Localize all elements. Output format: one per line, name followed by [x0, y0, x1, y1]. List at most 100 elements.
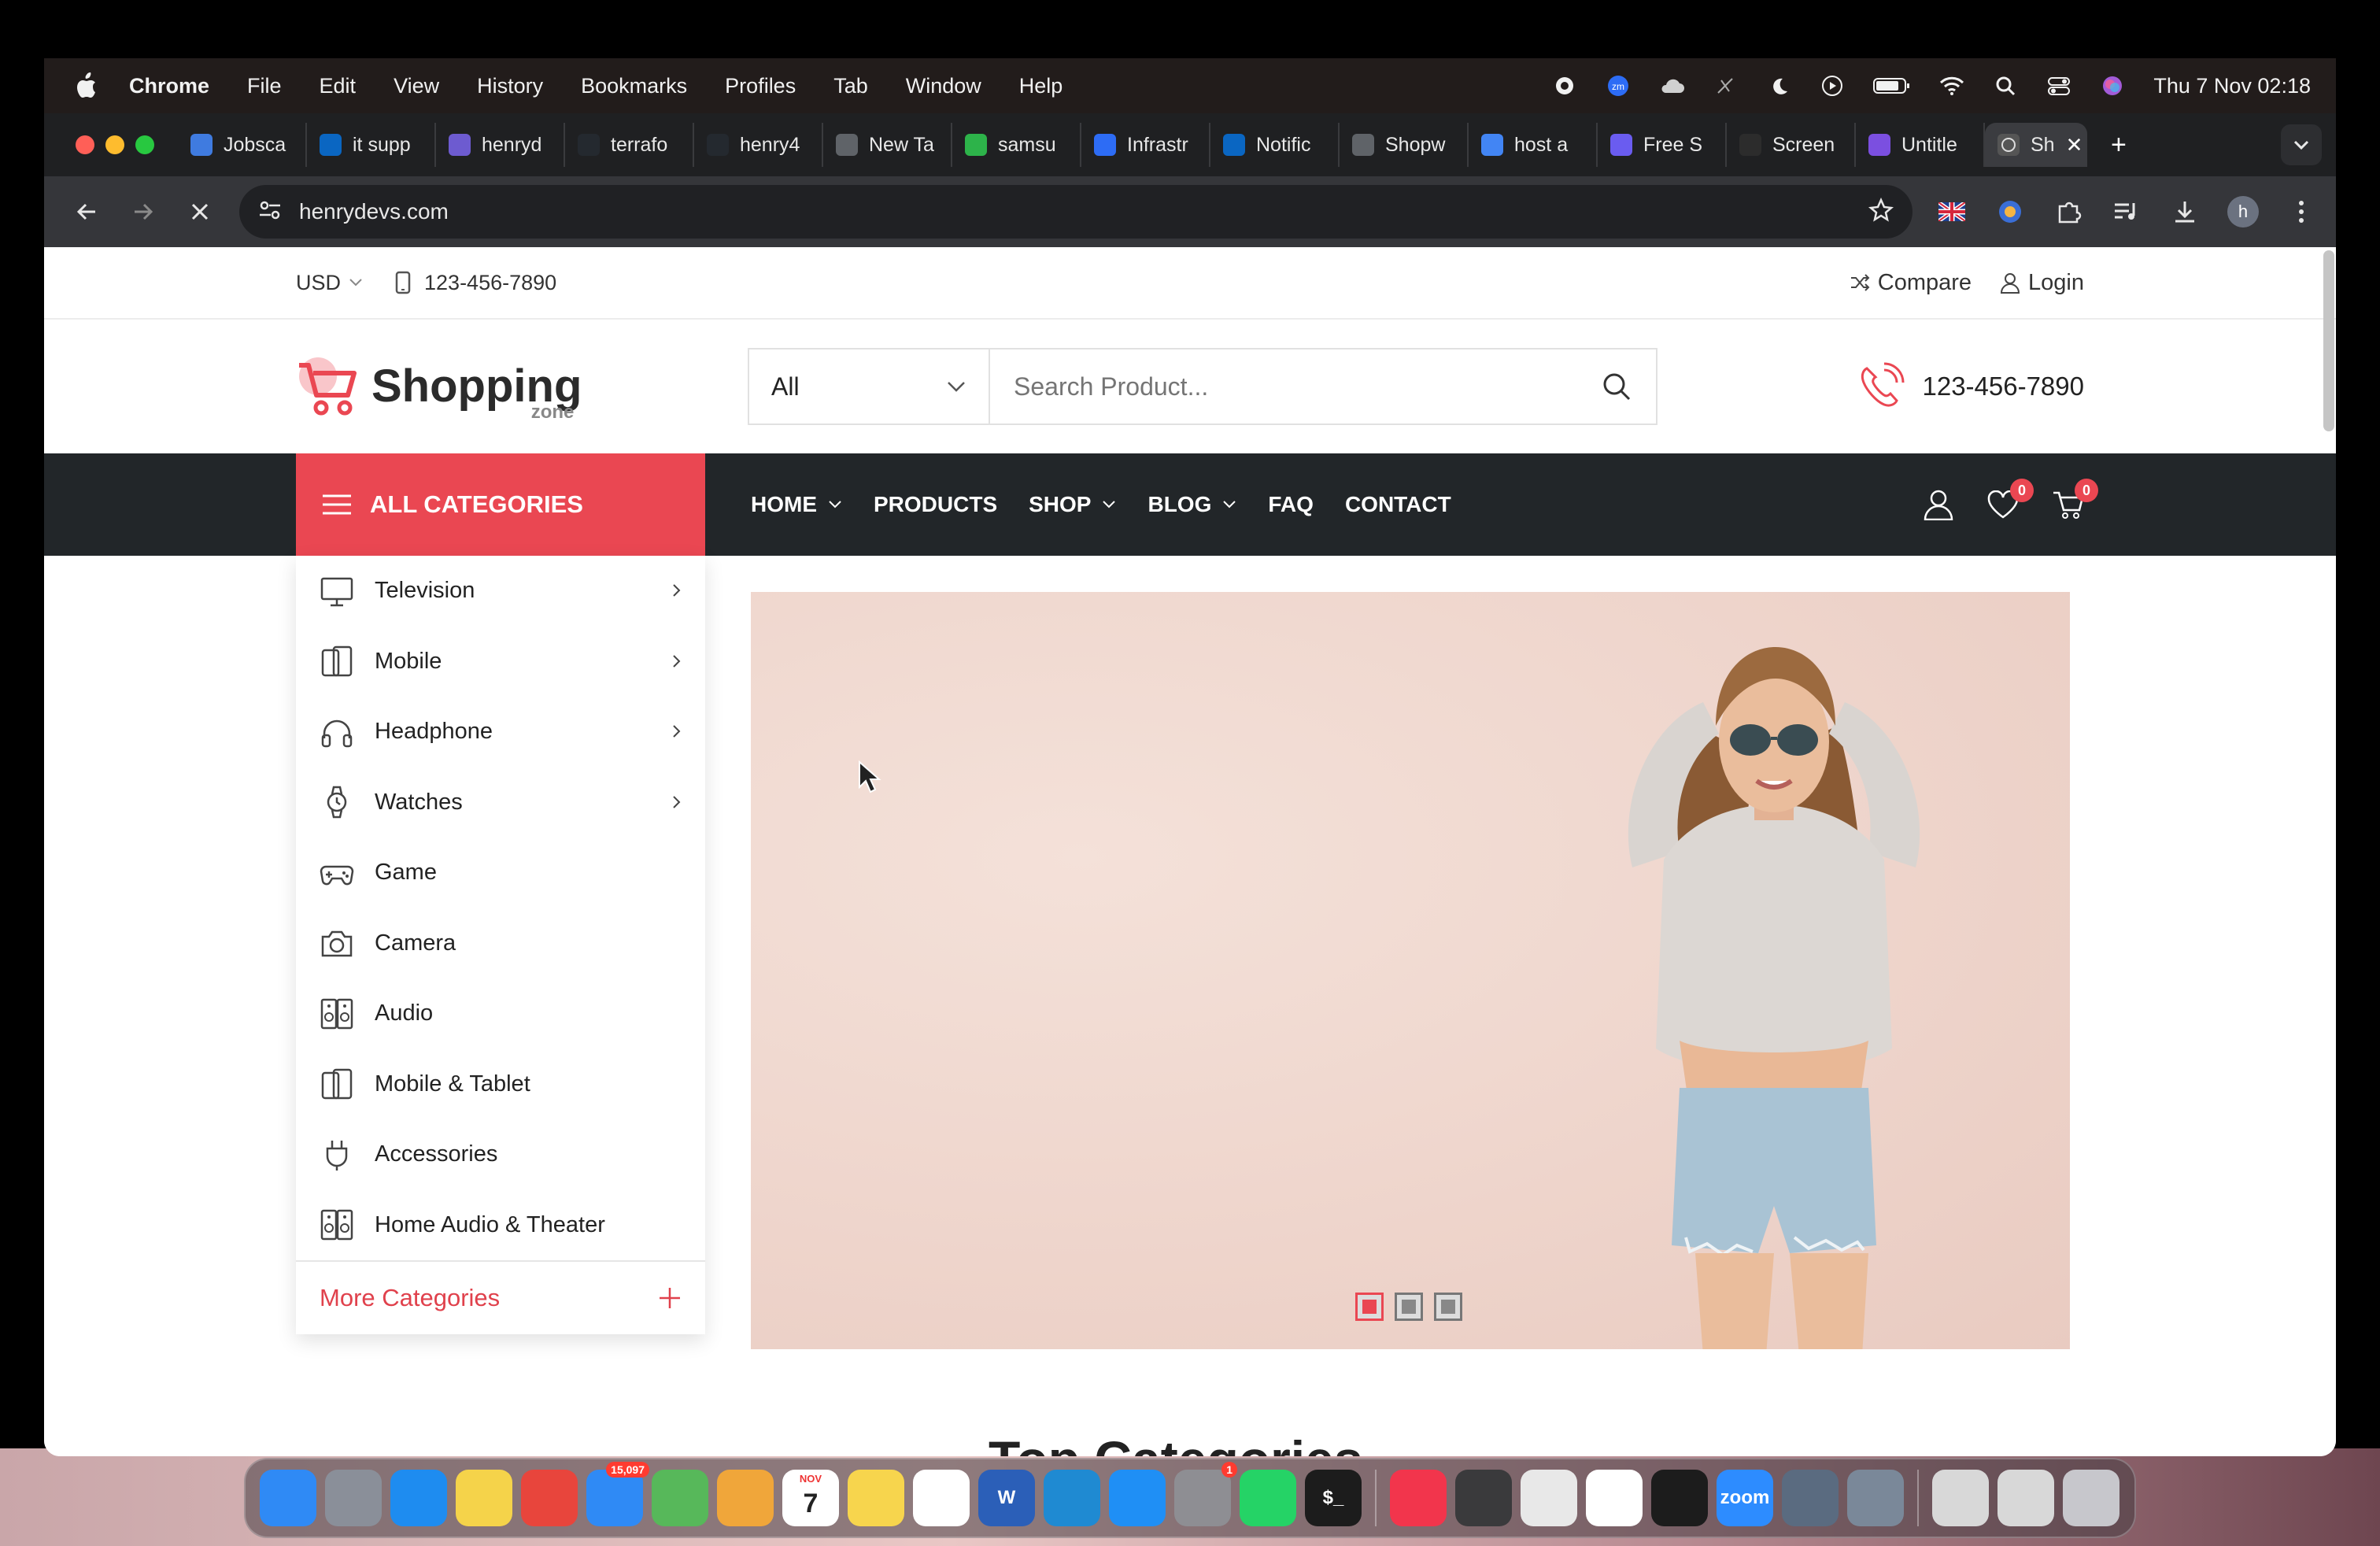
tab-search-button[interactable] — [2281, 124, 2322, 165]
spotlight-search-icon[interactable] — [1993, 73, 2018, 98]
appstore-icon[interactable] — [1109, 1470, 1166, 1526]
browser-tab[interactable]: Shopw — [1340, 123, 1469, 167]
browser-tab[interactable]: host a — [1469, 123, 1598, 167]
reminders-icon[interactable] — [913, 1470, 970, 1526]
zoom-icon[interactable]: zoom — [1717, 1470, 1773, 1526]
whatsapp-icon[interactable] — [1240, 1470, 1296, 1526]
screenshot-folder-icon[interactable] — [1932, 1470, 1989, 1526]
cloud-icon[interactable] — [1659, 73, 1685, 98]
address-bar[interactable]: henrydevs.com — [239, 185, 1913, 239]
play-icon[interactable] — [1820, 73, 1845, 98]
chrome-menu-icon[interactable] — [2286, 196, 2317, 227]
wifi-icon[interactable] — [1939, 73, 1964, 98]
category-item-accessories[interactable]: Accessories — [296, 1119, 705, 1190]
screenshot-folder-icon-2[interactable] — [1998, 1470, 2054, 1526]
photos-icon[interactable] — [717, 1470, 774, 1526]
compare-link[interactable]: Compare — [1850, 270, 1972, 296]
chrome-icon[interactable] — [521, 1470, 578, 1526]
hero-slider[interactable] — [751, 592, 2070, 1349]
close-window-button[interactable] — [76, 135, 94, 154]
browser-tab[interactable]: Infrastr — [1081, 123, 1210, 167]
menu-window[interactable]: Window — [906, 74, 981, 98]
nav-item-contact[interactable]: CONTACT — [1345, 492, 1451, 517]
menubar-clock[interactable]: Thu 7 Nov 02:18 — [2153, 74, 2311, 98]
terminal-icon[interactable]: $_ — [1305, 1470, 1362, 1526]
category-item-watches[interactable]: Watches — [296, 767, 705, 838]
safari-icon[interactable] — [390, 1470, 447, 1526]
profile-avatar[interactable]: h — [2227, 196, 2259, 227]
apple-menu-icon[interactable] — [74, 72, 101, 99]
nav-item-shop[interactable]: SHOP — [1029, 492, 1116, 517]
uk-flag-icon[interactable] — [1936, 196, 1968, 227]
browser-tab[interactable]: Screen — [1727, 123, 1856, 167]
calculator-icon[interactable] — [1455, 1470, 1512, 1526]
currency-selector[interactable]: USD — [296, 271, 363, 295]
settings-icon[interactable]: 1 — [1174, 1462, 1237, 1526]
bookmark-star-icon[interactable] — [1868, 197, 1894, 227]
maximize-window-button[interactable] — [135, 135, 154, 154]
browser-tab[interactable]: New Ta — [823, 123, 952, 167]
mute-icon[interactable] — [1713, 73, 1738, 98]
siri-icon[interactable] — [2100, 73, 2125, 98]
category-item-game[interactable]: Game — [296, 838, 705, 908]
cart-button[interactable]: 0 — [2051, 479, 2098, 521]
menu-edit[interactable]: Edit — [320, 74, 357, 98]
trash-icon[interactable] — [2063, 1470, 2119, 1526]
menu-chrome[interactable]: Chrome — [129, 74, 209, 98]
browser-tab[interactable]: samsu — [952, 123, 1081, 167]
site-info-icon[interactable] — [258, 199, 282, 225]
maps-icon[interactable] — [652, 1470, 708, 1526]
menu-view[interactable]: View — [394, 74, 439, 98]
record-icon[interactable] — [1552, 73, 1577, 98]
stop-loading-button[interactable] — [176, 188, 224, 235]
new-tab-button[interactable]: + — [2111, 130, 2127, 161]
quicktime-icon[interactable] — [1782, 1470, 1839, 1526]
search-button[interactable] — [1577, 371, 1656, 402]
slider-dot[interactable] — [1434, 1293, 1462, 1321]
nav-item-products[interactable]: PRODUCTS — [874, 492, 997, 517]
browser-tab[interactable]: henry4 — [694, 123, 823, 167]
stickies-icon[interactable] — [456, 1470, 512, 1526]
all-categories-button[interactable]: ALL CATEGORIES — [296, 453, 705, 556]
preview-icon[interactable] — [1847, 1470, 1904, 1526]
moon-icon[interactable] — [1766, 73, 1791, 98]
menu-file[interactable]: File — [247, 74, 282, 98]
downloads-icon[interactable] — [2169, 196, 2201, 227]
browser-tab[interactable]: henryd — [436, 123, 565, 167]
nav-item-faq[interactable]: FAQ — [1268, 492, 1314, 517]
nav-item-home[interactable]: HOME — [751, 492, 842, 517]
menu-profiles[interactable]: Profiles — [725, 74, 796, 98]
vpn-extension-icon[interactable] — [1994, 196, 2026, 227]
minimize-window-button[interactable] — [105, 135, 124, 154]
page-scrollbar[interactable] — [2323, 250, 2334, 431]
media-controls-icon[interactable] — [2111, 196, 2142, 227]
category-item-mobile-tablet[interactable]: Mobile & Tablet — [296, 1049, 705, 1120]
tab-close-icon[interactable]: ✕ — [2066, 133, 2083, 157]
script-editor-icon[interactable] — [1521, 1470, 1577, 1526]
music-icon[interactable] — [1390, 1470, 1447, 1526]
extensions-puzzle-icon[interactable] — [2053, 196, 2084, 227]
browser-tab[interactable]: it supp — [307, 123, 436, 167]
zoom-status-icon[interactable]: zm — [1606, 73, 1631, 98]
slack-icon[interactable] — [1586, 1470, 1643, 1526]
browser-tab[interactable]: Free S — [1598, 123, 1727, 167]
category-item-headphone[interactable]: Headphone — [296, 697, 705, 767]
category-item-television[interactable]: Television — [296, 556, 705, 627]
mail-icon[interactable]: 15,097 — [586, 1462, 649, 1526]
tab-active[interactable]: Sh ✕ — [1985, 123, 2087, 167]
menu-help[interactable]: Help — [1019, 74, 1063, 98]
browser-tab[interactable]: terrafo — [565, 123, 694, 167]
word-icon[interactable]: W — [978, 1470, 1035, 1526]
launchpad-icon[interactable] — [325, 1470, 382, 1526]
nav-item-blog[interactable]: BLOG — [1148, 492, 1236, 517]
menu-bookmarks[interactable]: Bookmarks — [581, 74, 687, 98]
search-category-select[interactable]: All — [749, 350, 990, 423]
menu-history[interactable]: History — [477, 74, 543, 98]
browser-tab[interactable]: Notific — [1210, 123, 1340, 167]
browser-tab[interactable]: Untitle — [1856, 123, 1985, 167]
calendar-icon[interactable]: NOV 7 — [782, 1470, 839, 1526]
menu-tab[interactable]: Tab — [833, 74, 868, 98]
category-item-camera[interactable]: Camera — [296, 908, 705, 979]
control-center-icon[interactable] — [2046, 73, 2071, 98]
forward-button[interactable] — [120, 188, 167, 235]
